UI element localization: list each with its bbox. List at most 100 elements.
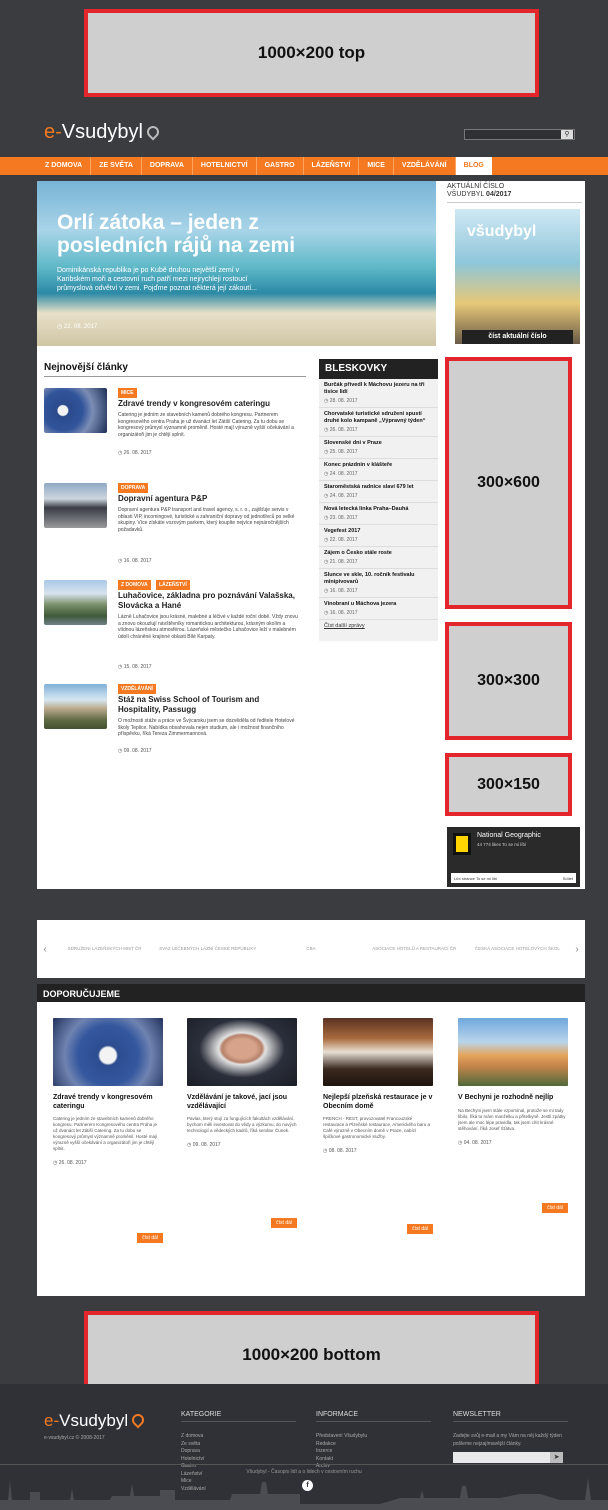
nav-vzdelavani[interactable]: VZDĚLÁVÁNÍ <box>394 157 456 175</box>
card-title[interactable]: V Bechyni je rozhodně nejlíp <box>458 1094 568 1103</box>
news-title[interactable]: Nová letecká linka Praha–Dauhá <box>324 506 433 513</box>
read-more-button[interactable]: číst dál <box>271 1218 297 1228</box>
news-title[interactable]: Zájem o Česko stále roste <box>324 550 433 557</box>
article-title[interactable]: Zdravé trendy v kongresovém cateringu <box>118 399 298 409</box>
search-input[interactable] <box>465 134 560 143</box>
nav-doprava[interactable]: DOPRAVA <box>142 157 193 175</box>
recommend-card[interactable]: Vzdělávání je takové, jací jsou vzděláva… <box>187 1018 297 1228</box>
article-title[interactable]: Dopravní agentura P&P <box>118 494 298 504</box>
news-item[interactable]: Zájem o Česko stále roste ◷ 21. 08. 2017 <box>319 547 438 569</box>
chevron-left-icon[interactable]: ‹ <box>37 944 53 955</box>
list-item[interactable]: MICE Zdravé trendy v kongresovém caterin… <box>44 388 306 463</box>
nav-ze-sveta[interactable]: ZE SVĚTA <box>91 157 142 175</box>
magazine-cover[interactable]: všudybyl číst aktuální číslo <box>455 209 580 344</box>
footer-link[interactable]: Hotelnictví <box>181 1456 206 1464</box>
news-title[interactable]: Slovenské dni v Praze <box>324 440 433 447</box>
news-title[interactable]: Vinobraní u Máchova jezera <box>324 601 433 608</box>
news-item[interactable]: Slunce ve skle, 10. ročník festivalu min… <box>319 569 438 598</box>
ad-side-300x600[interactable]: 300×600 <box>445 357 572 609</box>
article-image[interactable] <box>44 580 107 625</box>
partner-logo[interactable]: ČESKÁ ASOCIACE HOTELOVÝCH ŠKOL <box>466 946 569 952</box>
recommend-card[interactable]: V Bechyni je rozhodně nejlíp Na Bechyni … <box>458 1018 568 1213</box>
ad-top[interactable]: 1000×200 top <box>84 9 539 97</box>
news-item[interactable]: Nová letecká linka Praha–Dauhá ◷ 23. 08. … <box>319 503 438 525</box>
footer-link[interactable]: Ze světa <box>181 1441 206 1449</box>
nav-lazenstvi[interactable]: LÁZEŇSTVÍ <box>304 157 360 175</box>
read-more-button[interactable]: číst dál <box>407 1224 433 1234</box>
hero-title[interactable]: Orlí zátoka – jeden z posledních rájů na… <box>57 211 317 257</box>
news-item[interactable]: Chorvatské turistické sdružení spustí dr… <box>319 408 438 437</box>
search-icon[interactable]: ⚲ <box>561 130 573 139</box>
footer-link[interactable]: Kontakt <box>316 1456 367 1464</box>
chevron-right-icon[interactable]: › <box>569 944 585 955</box>
card-title[interactable]: Vzdělávání je takové, jací jsou vzděláva… <box>187 1094 297 1111</box>
partner-logo[interactable]: ASOCIACE HOTELŮ A RESTAURACÍ ČR <box>363 946 466 952</box>
recommend-card[interactable]: Zdravé trendy v kongresovém cateringu Ca… <box>53 1018 163 1243</box>
partner-logo[interactable]: CBA <box>259 946 362 952</box>
like-button[interactable]: Líbí stránce To se mi líbí <box>454 876 497 881</box>
ng-title[interactable]: National Geographic <box>477 832 541 839</box>
news-item[interactable]: Burčák přivedl k Máchovu jezeru na tři t… <box>319 379 438 408</box>
news-item[interactable]: Vegefest 2017 ◷ 22. 08. 2017 <box>319 525 438 547</box>
card-image[interactable] <box>323 1018 433 1086</box>
article-image[interactable] <box>44 483 107 528</box>
nav-blog[interactable]: BLOG <box>455 157 492 175</box>
card-image[interactable] <box>187 1018 297 1086</box>
article-image[interactable] <box>44 684 107 729</box>
card-image[interactable] <box>458 1018 568 1086</box>
read-more-button[interactable]: číst dál <box>137 1233 163 1243</box>
ad-side-300x300[interactable]: 300×300 <box>445 622 572 740</box>
card-title[interactable]: Nejlepší plzeňská restaurace je v Obecní… <box>323 1094 433 1111</box>
news-title[interactable]: Slunce ve skle, 10. ročník festivalu min… <box>324 572 433 586</box>
more-news-link[interactable]: Číst další zprávy <box>319 620 438 632</box>
issue-title-line2: VŠUDYBYL 04/2017 <box>447 191 582 199</box>
footer-link[interactable]: Z domova <box>181 1433 206 1441</box>
card-date-text: 04. 08. 2017 <box>463 1139 492 1146</box>
article-title[interactable]: Stáž na Swiss School of Tourism and Hosp… <box>118 695 298 715</box>
read-more-button[interactable]: číst dál <box>542 1203 568 1213</box>
footer-link[interactable]: Doprava <box>181 1448 206 1456</box>
news-date: ◷ 16. 08. 2017 <box>324 610 358 616</box>
facebook-widget[interactable]: National Geographic 44 774 likes To se m… <box>447 827 580 887</box>
article-tag[interactable]: DOPRAVA <box>118 483 149 493</box>
site-logo[interactable]: e-Vsudybyl <box>44 121 162 144</box>
list-item[interactable]: DOPRAVA Dopravní agentura P&P Dopravní a… <box>44 483 306 564</box>
article-image[interactable] <box>44 388 107 433</box>
national-geographic-logo-icon <box>453 833 471 855</box>
search-box[interactable]: ⚲ <box>464 129 575 143</box>
news-title[interactable]: Burčák přivedl k Máchovu jezeru na tři t… <box>324 382 433 396</box>
list-item[interactable]: VZDĚLÁVÁNÍ Stáž na Swiss School of Touri… <box>44 684 306 764</box>
news-title[interactable]: Chorvatské turistické sdružení spustí dr… <box>324 411 433 425</box>
news-item[interactable]: Slovenské dni v Praze ◷ 25. 08. 2017 <box>319 437 438 459</box>
article-tag[interactable]: LÁZEŇSTVÍ <box>156 580 190 590</box>
news-title[interactable]: Konec prázdnin v klášteře <box>324 462 433 469</box>
news-title[interactable]: Vegefest 2017 <box>324 528 433 535</box>
partner-logo[interactable]: SVAZ LÉČEBNÝCH LÁZNÍ ČESKÉ REPUBLIKY <box>156 946 259 952</box>
share-button[interactable]: Sdílet <box>563 876 573 881</box>
nav-gastro[interactable]: GASTRO <box>257 157 304 175</box>
partner-logo[interactable]: SDRUŽENÍ LÁZEŇSKÝCH MIST ČR <box>53 946 156 952</box>
article-tag[interactable]: VZDĚLÁVÁNÍ <box>118 684 156 694</box>
read-issue-button[interactable]: číst aktuální číslo <box>462 330 573 344</box>
article-tag[interactable]: MICE <box>118 388 137 398</box>
article-tag[interactable]: Z DOMOVA <box>118 580 151 590</box>
footer-logo[interactable]: e-Vsudybyl <box>44 1411 147 1431</box>
article-title[interactable]: Luhačovice, základna pro poznávání Valaš… <box>118 591 298 611</box>
card-image[interactable] <box>53 1018 163 1086</box>
news-item[interactable]: Vinobraní u Máchova jezera ◷ 16. 08. 2017 <box>319 598 438 620</box>
nav-mice[interactable]: MICE <box>359 157 394 175</box>
hero-article[interactable]: Orlí zátoka – jeden z posledních rájů na… <box>37 181 436 346</box>
nav-hotelnictvi[interactable]: HOTELNICTVÍ <box>193 157 257 175</box>
news-item[interactable]: Staroměstská radnice slaví 679 let ◷ 24. … <box>319 481 438 503</box>
nav-z-domova[interactable]: Z DOMOVA <box>37 157 92 175</box>
card-title[interactable]: Zdravé trendy v kongresovém cateringu <box>53 1094 163 1111</box>
news-item[interactable]: Konec prázdnin v klášteře ◷ 24. 08. 2017 <box>319 459 438 481</box>
footer-link[interactable]: Inzerce <box>316 1448 367 1456</box>
list-item[interactable]: Z DOMOVA LÁZEŇSTVÍ Luhačovice, základna … <box>44 580 306 670</box>
send-icon[interactable]: ➤ <box>550 1452 563 1463</box>
footer-link[interactable]: Představení Všudybylu <box>316 1433 367 1441</box>
ad-side-300x150[interactable]: 300×150 <box>445 753 572 816</box>
recommend-card[interactable]: Nejlepší plzeňská restaurace je v Obecní… <box>323 1018 433 1234</box>
footer-link[interactable]: Redakce <box>316 1441 367 1449</box>
news-title[interactable]: Staroměstská radnice slaví 679 let <box>324 484 433 491</box>
